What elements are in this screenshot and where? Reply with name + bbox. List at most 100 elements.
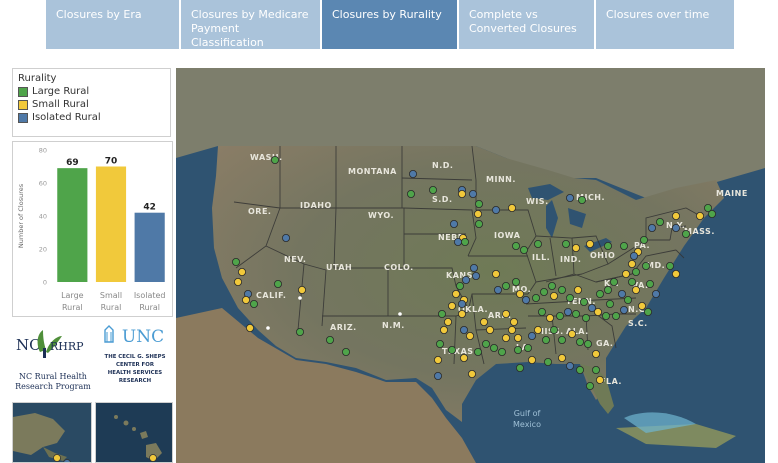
closure-point[interactable] (557, 353, 566, 362)
closure-point[interactable] (533, 239, 542, 248)
closure-point[interactable] (507, 203, 516, 212)
closure-point[interactable] (593, 307, 602, 316)
closure-point[interactable] (467, 369, 476, 378)
closure-point[interactable] (408, 170, 417, 179)
closure-point[interactable] (671, 223, 680, 232)
closure-point[interactable] (471, 271, 480, 280)
closure-point[interactable] (232, 257, 241, 266)
closure-point[interactable] (433, 355, 442, 364)
closure-point[interactable] (457, 190, 466, 199)
closure-point[interactable] (527, 355, 536, 364)
closure-point[interactable] (671, 211, 680, 220)
closure-point[interactable] (250, 299, 259, 308)
closure-point[interactable] (595, 289, 604, 298)
closure-point[interactable] (601, 311, 610, 320)
closure-point[interactable] (605, 299, 614, 308)
closure-point[interactable] (474, 219, 483, 228)
closure-point[interactable] (637, 301, 646, 310)
closure-point[interactable] (639, 235, 648, 244)
closure-point[interactable] (501, 333, 510, 342)
closure-point[interactable] (485, 325, 494, 334)
closure-point[interactable] (481, 339, 490, 348)
closure-point[interactable] (511, 241, 520, 250)
closure-point[interactable] (473, 347, 482, 356)
closure-point[interactable] (439, 325, 448, 334)
closure-point[interactable] (465, 331, 474, 340)
closure-point[interactable] (619, 241, 628, 250)
closure-point[interactable] (665, 261, 674, 270)
closure-point[interactable] (617, 289, 626, 298)
closure-point[interactable] (521, 295, 530, 304)
closure-point[interactable] (627, 277, 636, 286)
closure-point[interactable] (238, 267, 247, 276)
tab-closures-by-rurality[interactable]: Closures by Rurality (322, 0, 459, 49)
closure-point[interactable] (581, 313, 590, 322)
closure-point[interactable] (547, 281, 556, 290)
closure-point[interactable] (491, 269, 500, 278)
legend-item-large-rural[interactable]: Large Rural (18, 86, 165, 97)
closure-point[interactable] (571, 243, 580, 252)
closure-point[interactable] (468, 190, 477, 199)
closure-point[interactable] (627, 259, 636, 268)
closure-point[interactable] (511, 277, 520, 286)
legend-item-isolated-rural[interactable]: Isolated Rural (18, 112, 165, 123)
closure-point[interactable] (435, 339, 444, 348)
closure-point[interactable] (573, 285, 582, 294)
closure-point[interactable] (296, 327, 305, 336)
closure-point[interactable] (515, 363, 524, 372)
hawaii-inset-map[interactable] (95, 402, 173, 463)
closure-point[interactable] (459, 353, 468, 362)
closure-point[interactable] (457, 309, 466, 318)
closure-point[interactable] (455, 281, 464, 290)
closure-point[interactable] (631, 267, 640, 276)
closure-point[interactable] (603, 241, 612, 250)
closure-point[interactable] (577, 195, 586, 204)
closure-point[interactable] (325, 335, 334, 344)
closure-point[interactable] (575, 365, 584, 374)
closure-point[interactable] (619, 305, 628, 314)
closure-point[interactable] (515, 289, 524, 298)
closure-point[interactable] (555, 311, 564, 320)
closure-point[interactable] (671, 269, 680, 278)
closure-point[interactable] (513, 333, 522, 342)
closure-point[interactable] (341, 347, 350, 356)
closure-point[interactable] (549, 291, 558, 300)
closure-point[interactable] (447, 301, 456, 310)
closure-point[interactable] (497, 347, 506, 356)
closure-point[interactable] (451, 289, 460, 298)
closure-point[interactable] (567, 329, 576, 338)
closure-point[interactable] (645, 279, 654, 288)
closure-point[interactable] (246, 323, 255, 332)
closure-point[interactable] (443, 317, 452, 326)
closure-point[interactable] (591, 349, 600, 358)
closure-point[interactable] (647, 223, 656, 232)
closure-point[interactable] (565, 194, 574, 203)
closure-point[interactable] (631, 285, 640, 294)
closure-point[interactable] (274, 279, 283, 288)
closure-point[interactable] (479, 317, 488, 326)
closure-point[interactable] (557, 335, 566, 344)
closure-point[interactable] (519, 245, 528, 254)
closure-point[interactable] (433, 371, 442, 380)
closure-point[interactable] (501, 309, 510, 318)
closure-point[interactable] (489, 343, 498, 352)
closure-point[interactable] (585, 239, 594, 248)
closure-point[interactable] (585, 381, 594, 390)
closure-point[interactable] (571, 309, 580, 318)
closure-point[interactable] (681, 229, 690, 238)
tab-closures-over-time[interactable]: Closures over time (596, 0, 734, 49)
closure-point[interactable] (621, 269, 630, 278)
closure-point[interactable] (271, 156, 280, 165)
closure-point[interactable] (708, 209, 717, 218)
closure-point[interactable] (549, 325, 558, 334)
closure-point[interactable] (531, 293, 540, 302)
closure-point[interactable] (623, 295, 632, 304)
tab-complete-vs-converted[interactable]: Complete vs Converted Closures (459, 0, 596, 49)
closure-point[interactable] (469, 263, 478, 272)
closure-point[interactable] (696, 211, 705, 220)
closure-point[interactable] (437, 309, 446, 318)
closure-point[interactable] (460, 237, 469, 246)
closure-point[interactable] (611, 311, 620, 320)
closure-point[interactable] (234, 277, 243, 286)
tab-closures-by-era[interactable]: Closures by Era (46, 0, 181, 49)
